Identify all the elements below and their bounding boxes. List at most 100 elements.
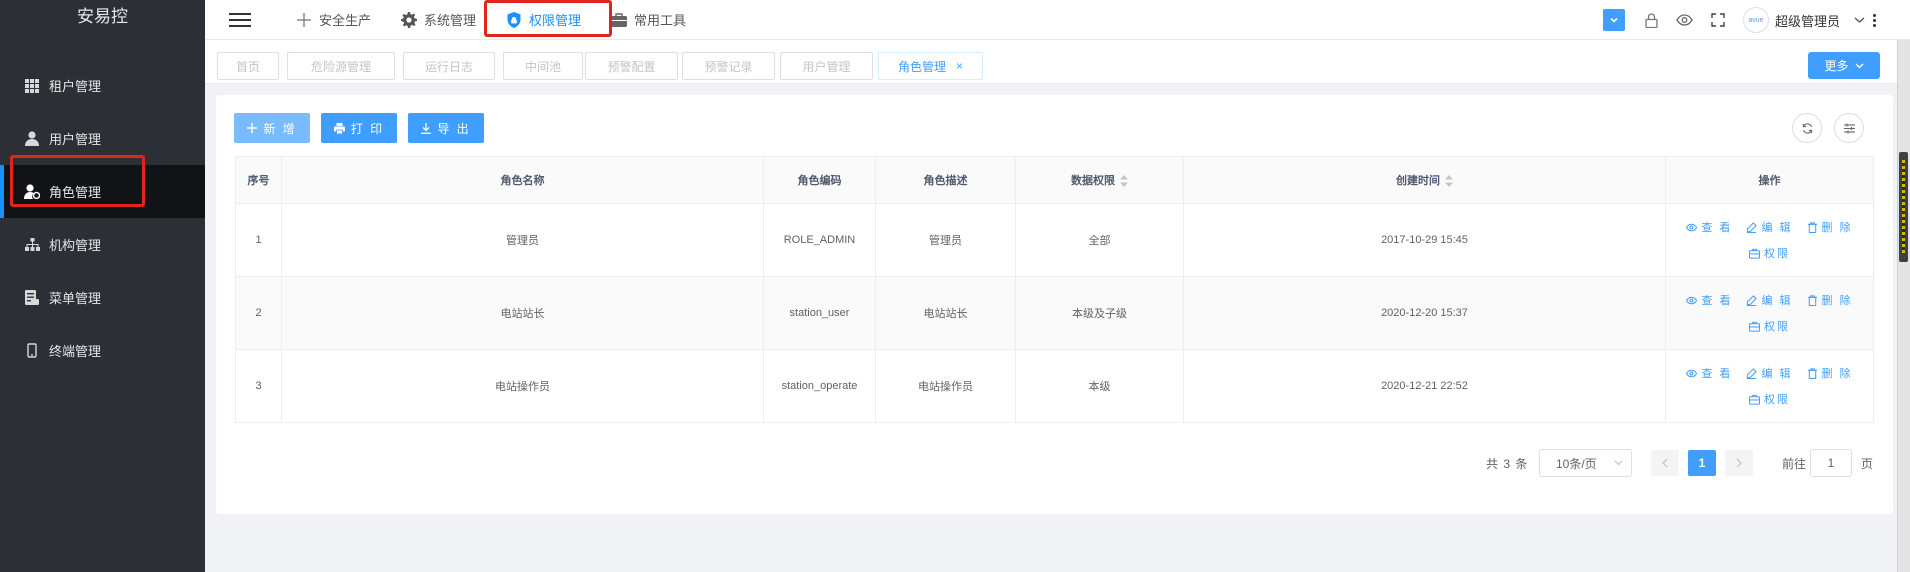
top-menu: 安全生产 系统管理 权限管理 常用工具: [281, 0, 701, 40]
scrollbar-thumb[interactable]: [1899, 152, 1908, 262]
edit-action[interactable]: 编 辑: [1746, 219, 1792, 235]
top-nav-label: 常用工具: [634, 13, 687, 28]
add-button[interactable]: 新 增: [234, 113, 310, 143]
permission-action-label: 权限: [1764, 394, 1790, 406]
column-header-scope[interactable]: 数据权限: [1015, 156, 1184, 204]
delete-action[interactable]: 删 除: [1807, 219, 1853, 235]
page-size-value: 10条/页: [1556, 456, 1597, 471]
cell-index: 3: [235, 349, 282, 423]
edit-icon: [1747, 294, 1758, 306]
page-suffix-label: 页: [1861, 457, 1874, 471]
sidebar-item-menu[interactable]: 菜单管理: [0, 271, 205, 324]
column-header-created[interactable]: 创建时间: [1183, 156, 1666, 204]
brand-title: 安易控: [77, 7, 128, 26]
sidebar-item-label: 租户管理: [49, 79, 102, 94]
cell-scope: 本级: [1015, 349, 1184, 423]
tag-item[interactable]: 首页: [217, 52, 279, 80]
print-button[interactable]: 打 印: [321, 113, 397, 143]
prev-page-button[interactable]: [1651, 450, 1679, 476]
column-header-name: 角色名称: [281, 156, 764, 204]
plus-icon: [297, 12, 311, 27]
plus-icon: [247, 123, 258, 133]
top-nav-permission[interactable]: 权限管理: [491, 2, 596, 38]
column-header-label: 数据权限: [1071, 175, 1115, 187]
permission-action[interactable]: 权限: [1749, 245, 1790, 261]
sidebar-item-label: 用户管理: [49, 132, 102, 147]
tag-item[interactable]: 用户管理: [780, 52, 873, 80]
cell-desc: 电站操作员: [875, 349, 1016, 423]
tag-label: 角色管理: [897, 59, 946, 74]
briefcase-icon: [1749, 248, 1760, 259]
tag-label: 首页: [235, 59, 260, 74]
more-button[interactable]: 更多: [1808, 52, 1880, 79]
page-size-select[interactable]: 10条/页: [1539, 449, 1632, 477]
cell-created: 2017-10-29 15:45: [1183, 203, 1666, 277]
chevron-down-icon[interactable]: [1602, 9, 1625, 31]
refresh-icon: [1802, 122, 1812, 134]
pagination: 共 3 条 10条/页 1 前往 1 页: [216, 448, 1893, 478]
view-action[interactable]: 查 看: [1686, 219, 1732, 235]
chevron-down-icon: [1614, 460, 1623, 466]
table-row: 1 管理员 ROLE_ADMIN 管理员 全部 2017-10-29 15:45…: [235, 203, 1874, 277]
goto-label: 前往: [1782, 457, 1807, 471]
eye-icon: [1686, 296, 1698, 304]
user-dropdown-chevron-icon[interactable]: [1854, 16, 1865, 24]
sidebar-item-role[interactable]: 角色管理: [0, 165, 205, 218]
top-nav-tools[interactable]: 常用工具: [596, 2, 701, 38]
lock-icon[interactable]: [1645, 12, 1658, 28]
page-number-button[interactable]: 1: [1688, 450, 1716, 476]
cell-created: 2020-12-21 22:52: [1183, 349, 1666, 423]
user-name[interactable]: 超级管理员: [1775, 11, 1840, 30]
print-button-label: 打 印: [350, 121, 385, 136]
sidebar-item-user[interactable]: 用户管理: [0, 112, 205, 165]
goto-page-input[interactable]: 1: [1810, 449, 1852, 477]
column-settings-button[interactable]: [1834, 113, 1864, 143]
download-icon: [421, 122, 432, 134]
top-nav-safety[interactable]: 安全生产: [281, 2, 386, 38]
next-page-button[interactable]: [1725, 450, 1753, 476]
delete-action[interactable]: 删 除: [1807, 292, 1853, 308]
sidebar-item-org[interactable]: 机构管理: [0, 218, 205, 271]
column-header-desc: 角色描述: [875, 156, 1016, 204]
tag-item[interactable]: 运行日志: [403, 52, 495, 80]
eye-icon[interactable]: [1676, 14, 1693, 26]
tag-label: 危险源管理: [310, 59, 371, 74]
permission-action[interactable]: 权限: [1749, 391, 1790, 407]
tag-item[interactable]: 预警记录: [682, 52, 775, 80]
cell-code: ROLE_ADMIN: [763, 203, 876, 277]
delete-action[interactable]: 删 除: [1807, 365, 1853, 381]
hamburger-menu-icon[interactable]: [229, 12, 251, 27]
sidebar-menu: 租户管理 用户管理 角色管理 机构管理 菜单管理 终端管理: [0, 59, 205, 377]
tag-item[interactable]: 预警配置: [585, 52, 678, 80]
chevron-right-icon: [1736, 458, 1742, 468]
edit-action[interactable]: 编 辑: [1746, 365, 1792, 381]
tag-item[interactable]: 中间池: [503, 52, 583, 80]
edit-action[interactable]: 编 辑: [1746, 292, 1792, 308]
sort-icon[interactable]: [1120, 175, 1128, 188]
more-vertical-icon[interactable]: [1873, 13, 1876, 27]
view-action[interactable]: 查 看: [1686, 365, 1732, 381]
shield-icon: [507, 11, 521, 28]
tag-item-active[interactable]: 角色管理 ×: [878, 52, 983, 80]
tag-label: 运行日志: [424, 59, 473, 74]
avatar[interactable]: avue: [1742, 7, 1769, 33]
cell-code: station_user: [763, 276, 876, 350]
sidebar-item-terminal[interactable]: 终端管理: [0, 324, 205, 377]
trash-icon: [1807, 294, 1817, 306]
user-role-icon: [24, 184, 40, 200]
permission-action[interactable]: 权限: [1749, 318, 1790, 334]
scrollbar[interactable]: [1897, 40, 1910, 572]
export-button[interactable]: 导 出: [408, 113, 484, 143]
sort-icon[interactable]: [1445, 175, 1453, 188]
top-nav-label: 安全生产: [319, 13, 372, 28]
top-nav-label: 系统管理: [424, 13, 477, 28]
view-action[interactable]: 查 看: [1686, 292, 1732, 308]
close-icon[interactable]: ×: [956, 59, 963, 73]
tag-item[interactable]: 危险源管理: [287, 52, 395, 80]
refresh-button[interactable]: [1792, 113, 1822, 143]
top-nav-system[interactable]: 系统管理: [386, 2, 491, 38]
cell-name: 电站站长: [281, 276, 764, 350]
cell-code: station_operate: [763, 349, 876, 423]
fullscreen-icon[interactable]: [1711, 13, 1725, 27]
sidebar-item-tenant[interactable]: 租户管理: [0, 59, 205, 112]
